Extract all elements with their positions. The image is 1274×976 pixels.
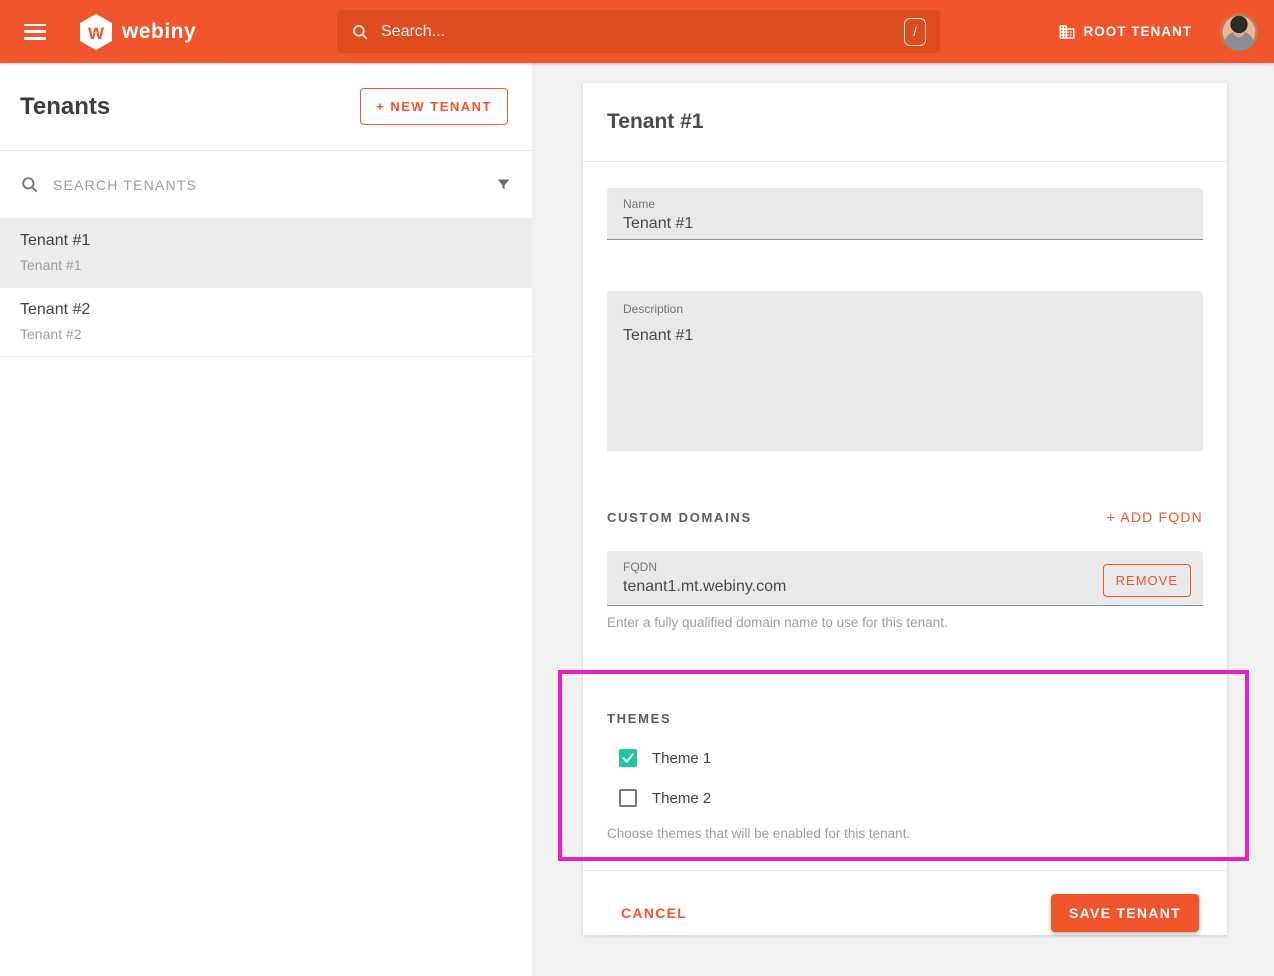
tenants-list-panel: Tenants + NEW TENANT Tenant #1 Tenant #1… xyxy=(0,63,532,976)
global-search-input[interactable] xyxy=(381,23,904,41)
fqdn-helper-text: Enter a fully qualified domain name to u… xyxy=(607,615,1203,630)
brand-wordmark: webiny xyxy=(122,20,196,44)
theme-option-label: Theme 2 xyxy=(652,790,711,807)
tenant-item-subtitle: Tenant #1 xyxy=(20,257,512,273)
custom-domains-section-title: CUSTOM DOMAINS xyxy=(607,510,752,525)
root-tenant-label: ROOT TENANT xyxy=(1084,24,1193,39)
search-icon xyxy=(351,23,369,41)
cancel-button[interactable]: CANCEL xyxy=(609,895,699,931)
theme-option-row[interactable]: Theme 1 xyxy=(607,749,1203,767)
name-field-label: Name xyxy=(623,197,1187,211)
page-title: Tenants xyxy=(20,93,110,121)
search-tenants-input[interactable] xyxy=(53,177,495,193)
tenant-item-subtitle: Tenant #2 xyxy=(20,326,512,342)
description-field-label: Description xyxy=(623,302,1187,316)
checkbox-checked-icon[interactable] xyxy=(619,749,637,767)
webiny-hexagon-icon: W xyxy=(78,13,114,51)
theme-option-label: Theme 1 xyxy=(652,750,711,767)
add-fqdn-button[interactable]: + ADD FQDN xyxy=(1107,509,1203,525)
themes-section-title: THEMES xyxy=(607,711,671,726)
tenant-detail-title: Tenant #1 xyxy=(607,110,703,134)
top-app-bar: W webiny / ROOT TENANT xyxy=(0,0,1274,63)
theme-option-row[interactable]: Theme 2 xyxy=(607,789,1203,807)
name-field-value: Tenant #1 xyxy=(623,215,1187,233)
tenant-list-item[interactable]: Tenant #1 Tenant #1 xyxy=(0,219,532,288)
tenant-list-item[interactable]: Tenant #2 Tenant #2 xyxy=(0,288,532,357)
description-field[interactable]: Description Tenant #1 xyxy=(607,291,1203,451)
themes-helper-text: Choose themes that will be enabled for t… xyxy=(607,826,1203,841)
svg-text:W: W xyxy=(88,24,105,43)
checkbox-unchecked-icon[interactable] xyxy=(619,789,637,807)
filter-icon[interactable] xyxy=(495,176,512,193)
global-search-bar[interactable]: / xyxy=(337,10,940,53)
keyboard-shortcut-badge: / xyxy=(904,18,926,46)
fqdn-field[interactable]: FQDN tenant1.mt.webiny.com REMOVE xyxy=(607,551,1203,606)
name-field[interactable]: Name Tenant #1 xyxy=(607,188,1203,240)
description-field-value: Tenant #1 xyxy=(623,327,1187,345)
remove-fqdn-button[interactable]: REMOVE xyxy=(1103,564,1191,597)
new-tenant-button[interactable]: + NEW TENANT xyxy=(360,88,508,125)
save-tenant-button[interactable]: SAVE TENANT xyxy=(1051,894,1199,932)
search-icon xyxy=(20,175,39,194)
themes-section: THEMES Theme 1 Theme 2 Choose themes tha… xyxy=(607,710,1203,841)
menu-icon[interactable] xyxy=(24,24,46,40)
user-avatar[interactable] xyxy=(1220,13,1258,51)
tenant-detail-card: Tenant #1 Name Tenant #1 Description Ten… xyxy=(583,83,1227,935)
root-tenant-button[interactable]: ROOT TENANT xyxy=(1052,15,1199,49)
building-icon xyxy=(1058,23,1076,41)
webiny-logo[interactable]: W webiny xyxy=(78,13,196,51)
tenant-item-title: Tenant #1 xyxy=(20,232,512,250)
tenant-item-title: Tenant #2 xyxy=(20,301,512,319)
